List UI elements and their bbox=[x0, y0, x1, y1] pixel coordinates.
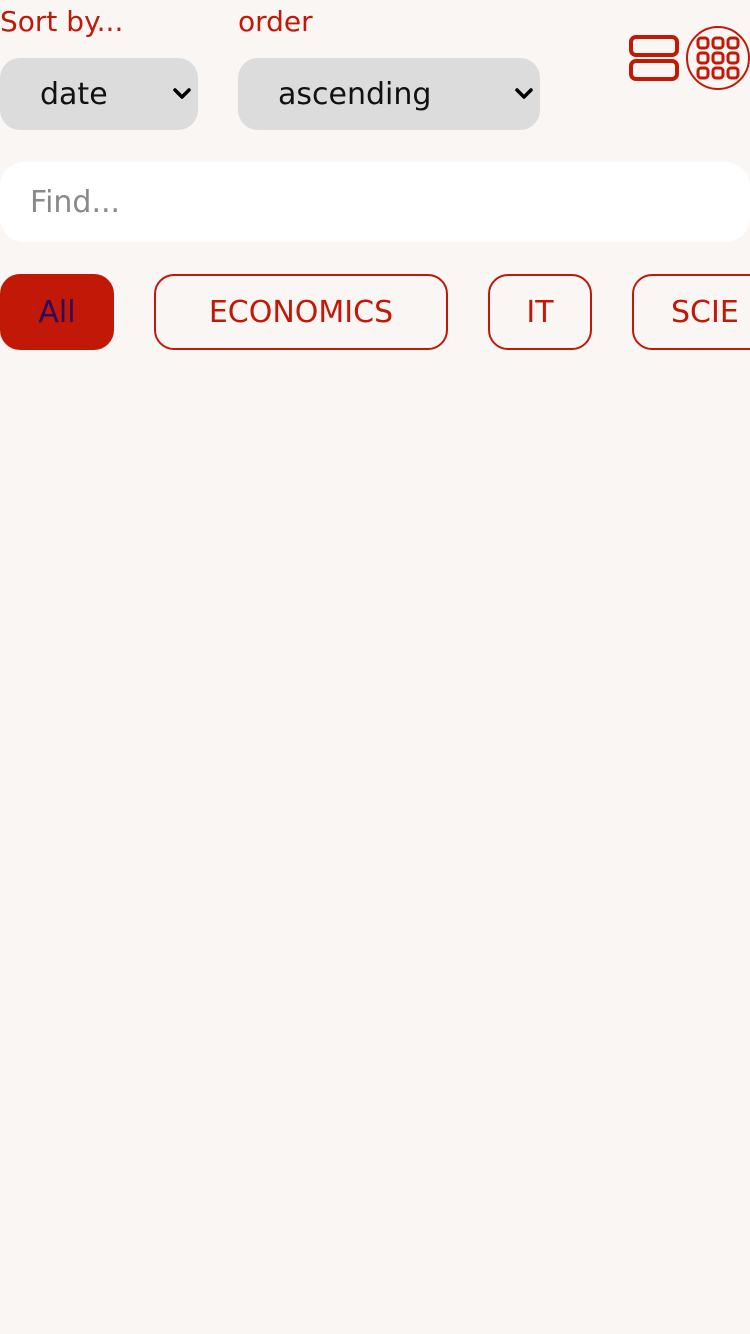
category-chip-it[interactable]: IT bbox=[488, 274, 592, 350]
chevron-down-icon bbox=[173, 88, 191, 99]
search-input[interactable]: Find... bbox=[0, 162, 750, 242]
category-chip-all[interactable]: All bbox=[0, 274, 114, 350]
order-label: order bbox=[238, 5, 313, 38]
sort-by-select[interactable]: date bbox=[0, 58, 198, 130]
search-placeholder: Find... bbox=[30, 184, 121, 220]
list-view-icon[interactable] bbox=[628, 34, 680, 82]
chevron-down-icon bbox=[515, 88, 533, 99]
order-select[interactable]: ascending bbox=[238, 58, 540, 130]
grid-view-icon[interactable] bbox=[684, 24, 750, 92]
category-chip-clip: SCIE bbox=[632, 274, 750, 350]
sort-by-value: date bbox=[40, 76, 108, 112]
sort-by-label: Sort by... bbox=[0, 5, 124, 38]
order-value: ascending bbox=[278, 76, 432, 112]
category-chip-economics[interactable]: ECONOMICS bbox=[154, 274, 448, 350]
category-chip-science[interactable]: SCIE bbox=[632, 274, 750, 350]
